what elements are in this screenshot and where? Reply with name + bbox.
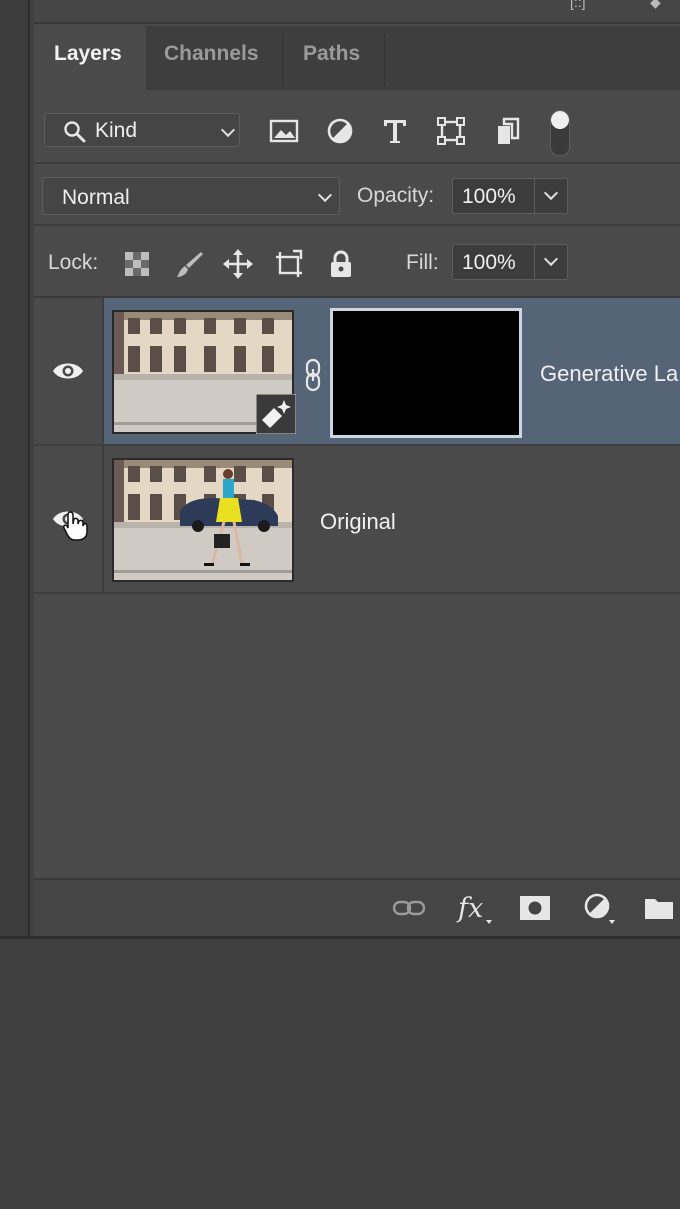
layers-footer-toolbar: fx [34,878,680,936]
fill-value: 100% [462,251,516,274]
panel-top-bar: [::] ◆ [34,0,680,24]
layer-name[interactable]: Generative La [540,361,678,387]
hand-cursor-icon [63,511,88,541]
add-mask-icon[interactable] [518,890,552,926]
lock-all-icon[interactable] [325,248,357,280]
lock-position-icon[interactable] [222,248,254,280]
layer-thumbnail[interactable] [112,458,294,582]
opacity-label: Opacity: [357,184,435,207]
layer-row-generative[interactable]: Generative La [34,298,680,446]
selection-marquee-icon: [::] [570,0,586,10]
opacity-field[interactable]: 100% [452,178,568,214]
kind-label: Kind [95,119,138,142]
svg-text:fx: fx [456,893,483,924]
fill-field[interactable]: 100% [452,244,568,280]
link-icon[interactable] [304,358,322,392]
shape-filter-icon[interactable] [434,114,468,148]
panel-tabs: Layers Channels Paths [34,26,680,90]
layer-name[interactable]: Original [320,509,396,535]
opacity-dropdown-button[interactable] [534,179,567,213]
panel-bottom-divider [0,936,680,939]
new-adjustment-layer-icon[interactable] [580,890,620,926]
lock-label: Lock: [48,251,99,274]
generative-fill-badge-icon [256,394,296,434]
tab-channels[interactable]: Channels [144,26,282,90]
eye-icon[interactable] [52,360,84,382]
layers-list: Generative La Original [34,296,680,878]
lock-row: Lock: Fill: 100% [34,236,680,292]
link-layers-icon[interactable] [390,890,428,926]
chevron-down-icon [543,251,559,267]
smart-object-filter-icon[interactable] [491,114,525,148]
filter-toggle-switch[interactable] [550,110,570,156]
kind-filter-select[interactable]: Kind [44,113,240,147]
layer-mask-thumbnail[interactable] [330,308,522,438]
layer-row-original[interactable]: Original [34,446,680,594]
lock-image-pixels-icon[interactable] [174,248,206,280]
search-icon [64,121,86,143]
left-panel-edge [0,0,30,938]
new-group-folder-icon[interactable] [642,890,676,926]
tab-paths[interactable]: Paths [283,26,385,90]
chevron-down-icon [317,187,333,203]
filter-row: Kind [34,100,680,164]
blend-mode-value: Normal [62,186,130,209]
lock-transparent-pixels-icon[interactable] [121,248,153,280]
adjustment-filter-icon[interactable] [323,114,357,148]
blend-mode-select[interactable]: Normal [42,177,340,215]
fill-label: Fill: [406,251,439,274]
lock-artboard-icon[interactable] [273,248,305,280]
type-filter-icon[interactable] [378,114,412,148]
image-filter-icon[interactable] [267,114,301,148]
blend-row: Normal Opacity: 100% [34,172,680,226]
tab-layers[interactable]: Layers [34,26,146,90]
chevron-down-icon [220,122,236,138]
diamond-icon: ◆ [650,0,661,10]
fill-dropdown-button[interactable] [534,245,567,279]
opacity-value: 100% [462,185,516,208]
layers-panel: [::] ◆ Layers Channels Paths Kind Normal… [34,0,680,936]
fx-layer-style-icon[interactable]: fx [454,890,496,926]
chevron-down-icon [543,185,559,201]
